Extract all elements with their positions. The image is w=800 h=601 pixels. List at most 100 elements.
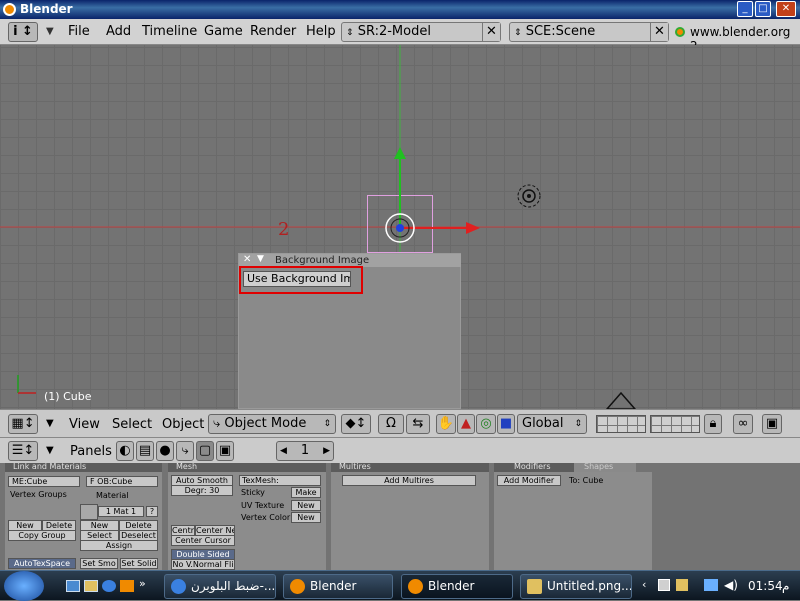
screen-selector[interactable]: ⇕ SR:2-Model ✕ (341, 22, 501, 42)
multires-header: Multires (331, 463, 489, 472)
modifier-target-label: To: Cube (569, 476, 604, 485)
screen-name: SR:2-Model (357, 24, 431, 39)
render-icon[interactable]: ▣ (762, 414, 782, 434)
link-icon[interactable]: ∞ (733, 414, 753, 434)
hand-icon[interactable]: ✋ (436, 414, 456, 434)
mode-selector[interactable]: ⤷ Object Mode ⇕ (208, 414, 336, 434)
tray-volume-icon[interactable]: ◀) (724, 578, 738, 592)
tray-flag-icon[interactable] (658, 579, 670, 591)
autotexspace-button[interactable]: AutoTexSpace (8, 558, 76, 569)
material-preview (80, 504, 98, 520)
lock-icon[interactable]: 🔒︎ (704, 414, 722, 434)
quicklaunch-ie-icon[interactable] (102, 580, 116, 592)
maximize-button[interactable]: □ (755, 1, 771, 17)
scene-delete-button[interactable]: ✕ (650, 23, 668, 41)
texmesh-field[interactable]: TexMesh: (239, 475, 321, 486)
lamp-icon[interactable] (516, 183, 542, 209)
layer-buttons[interactable] (596, 415, 646, 433)
proportional-edit-button[interactable]: ⇆ (406, 414, 430, 434)
taskbar-item-browser[interactable]: ضبط البلوبرن-... (164, 574, 276, 599)
sticky-make-button[interactable]: Make (291, 487, 321, 498)
context-logic-icon[interactable]: ◐ (116, 441, 134, 461)
rotate-icon[interactable]: ◎ (476, 414, 496, 434)
pivot-button[interactable]: Ω (378, 414, 404, 434)
close-button[interactable]: ✕ (776, 1, 796, 17)
camera-icon[interactable] (603, 391, 639, 411)
frame-number: 1 (300, 443, 310, 458)
layer-buttons-2[interactable] (650, 415, 700, 433)
no-vnormal-flip-button[interactable]: No V.Normal Fli (171, 559, 235, 570)
frame-right-arrow-icon[interactable]: ▶ (323, 442, 330, 460)
editor-type-buttons-button[interactable]: ☰↕ (8, 441, 38, 461)
vertex-color-new-button[interactable]: New (291, 512, 321, 523)
collapse-triangle-icon[interactable]: ▼ (46, 26, 54, 37)
panel-close-icon[interactable]: ✕ (243, 254, 251, 265)
scale-icon[interactable]: ■ (497, 414, 515, 434)
copy-group-button[interactable]: Copy Group (8, 530, 76, 541)
shapes-tab[interactable]: Shapes (574, 463, 636, 472)
add-multires-button[interactable]: Add Multires (342, 475, 476, 486)
tray-network-icon[interactable] (704, 579, 718, 591)
clock-time[interactable]: 01:54 (748, 579, 783, 593)
mode-arrows-icon: ⇕ (323, 419, 331, 429)
taskbar-item-paint[interactable]: Untitled.png... (520, 574, 632, 599)
minimize-button[interactable]: _ (737, 1, 753, 17)
menu-file[interactable]: File (68, 24, 90, 39)
menu-render[interactable]: Render (250, 24, 296, 39)
menu-view[interactable]: View (69, 417, 100, 432)
material-label: Material (96, 491, 129, 500)
tray-expand-icon[interactable]: ‹ (642, 578, 646, 591)
menu-select[interactable]: Select (112, 417, 152, 432)
mesh-name-field[interactable]: ME:Cube (8, 476, 80, 487)
frame-left-arrow-icon[interactable]: ◀ (280, 442, 287, 460)
menu-timeline[interactable]: Timeline (142, 24, 197, 39)
set-smooth-button[interactable]: Set Smo (80, 558, 118, 569)
translate-icon[interactable]: ▲ (457, 414, 475, 434)
editor-type-button[interactable]: i ↕ (8, 22, 38, 42)
screen-arrows-icon: ⇕ (346, 28, 354, 38)
panel-collapse-icon[interactable]: ▼ (257, 254, 264, 264)
add-modifier-button[interactable]: Add Modifier (497, 475, 561, 486)
menu-object[interactable]: Object (162, 417, 204, 432)
context-script-icon[interactable]: ▤ (136, 441, 154, 461)
link-materials-header: Link and Materials (5, 463, 162, 472)
blender-logo-icon (3, 3, 16, 16)
quicklaunch-arrow-icon[interactable]: » (139, 577, 146, 590)
material-assign-button[interactable]: Assign (80, 540, 158, 551)
transform-manipulator-icon[interactable] (380, 145, 490, 245)
quicklaunch-desktop-icon[interactable] (66, 580, 80, 592)
screen-delete-button[interactable]: ✕ (482, 23, 500, 41)
editor-type-grid-button[interactable]: ▦↕ (8, 414, 38, 434)
degree-field[interactable]: Degr: 30 (171, 485, 233, 496)
object-name-field[interactable]: F OB:Cube (86, 476, 158, 487)
menu-add[interactable]: Add (106, 24, 131, 39)
start-button[interactable] (4, 571, 44, 601)
tray-action-icon[interactable] (676, 579, 688, 591)
context-scene-icon[interactable]: ▣ (216, 441, 234, 461)
center-cursor-button[interactable]: Center Cursor (171, 535, 235, 546)
taskbar-item-blender-1[interactable]: Blender (283, 574, 393, 599)
set-solid-button[interactable]: Set Solid (120, 558, 158, 569)
quicklaunch-explorer-icon[interactable] (84, 580, 98, 592)
collapse-triangle-icon[interactable]: ▼ (46, 418, 54, 429)
frame-number-field[interactable]: ◀ 1 ▶ (276, 441, 334, 461)
context-shading-icon[interactable]: ● (156, 441, 174, 461)
draw-type-button[interactable]: ◆↕ (341, 414, 371, 434)
uv-texture-new-button[interactable]: New (291, 500, 321, 511)
collapse-triangle-icon[interactable]: ▼ (46, 445, 54, 456)
blender-org-icon (675, 27, 685, 37)
quicklaunch-media-icon[interactable] (120, 580, 134, 592)
scene-selector[interactable]: ⇕ SCE:Scene ✕ (509, 22, 669, 42)
task-label: Untitled.png... (547, 579, 632, 593)
menu-game[interactable]: Game (204, 24, 243, 39)
material-help-button[interactable]: ? (146, 506, 158, 517)
task-label: ضبط البلوبرن-... (191, 579, 276, 593)
context-object-icon[interactable]: ⤷ (176, 441, 194, 461)
menu-help[interactable]: Help (306, 24, 336, 39)
orientation-selector[interactable]: Global ⇕ (517, 414, 587, 434)
material-index-field[interactable]: 1 Mat 1 (98, 506, 144, 517)
windows-taskbar: » ضبط البلوبرن-... Blender Blender Untit… (0, 570, 800, 601)
context-editing-icon[interactable]: ▢ (196, 441, 214, 461)
orientation-value: Global (522, 416, 564, 431)
taskbar-item-blender-2[interactable]: Blender (401, 574, 513, 599)
